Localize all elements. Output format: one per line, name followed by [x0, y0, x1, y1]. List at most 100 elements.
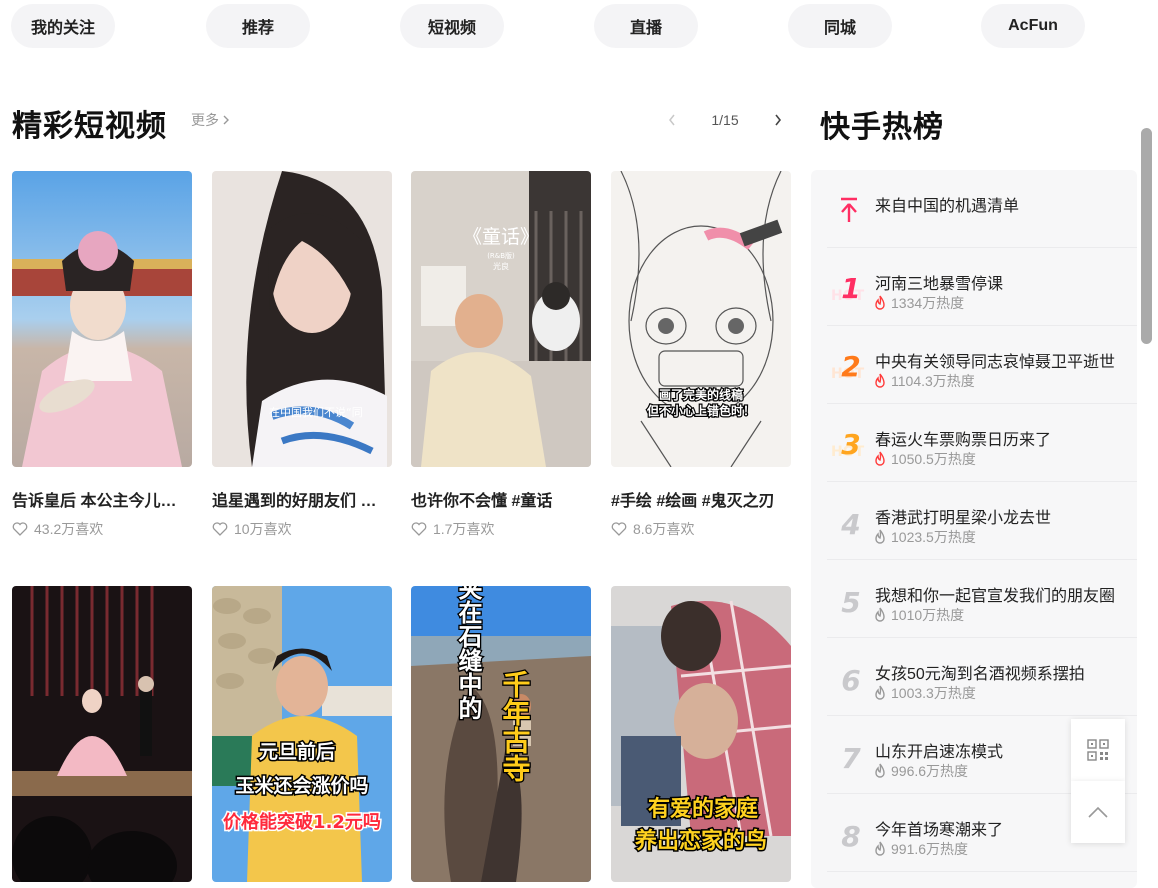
hot-item[interactable]: 4 香港武打明星梁小龙去世 1023.5万热度: [827, 482, 1137, 560]
hot-item-title[interactable]: 春运火车票购票日历来了: [875, 426, 1051, 450]
video-overlay-text: 养出恋家的鸟: [634, 828, 767, 854]
hot-item-title[interactable]: 河南三地暴雪停课: [875, 270, 1003, 294]
scrollbar-thumb[interactable]: [1141, 128, 1152, 344]
video-overlay-text: 画了完美的线稿: [659, 387, 743, 402]
rank-3-badge: HOT 3: [831, 428, 865, 461]
video-overlay-text: 但不小心上错色时！: [646, 403, 755, 418]
video-overlay-text: 千年古寺: [499, 670, 532, 782]
hot-item-title[interactable]: 香港武打明星梁小龙去世: [875, 504, 1051, 528]
rank-4-badge: 4: [840, 508, 860, 540]
chevron-right-icon: [223, 115, 229, 125]
page-indicator: 1/15: [711, 112, 739, 128]
hot-item[interactable]: HOT 3 春运火车票购票日历来了 1050.5万热度: [827, 404, 1137, 482]
tab-acfun[interactable]: AcFun: [981, 4, 1085, 48]
rank-8-badge: 8: [841, 820, 860, 852]
flame-icon: [875, 295, 885, 310]
video-likes: 43.2万喜欢: [12, 519, 192, 539]
heat-value: 1003.3万热度: [891, 685, 976, 701]
hot-item-pinned[interactable]: 来自中国的机遇清单: [827, 170, 1137, 248]
video-overlay-text: 在中国我们不说“同: [269, 405, 363, 419]
qr-code-button[interactable]: [1071, 719, 1125, 781]
video-thumbnail-image: 画了完美的线稿 但不小心上错色时！: [611, 171, 791, 467]
more-link[interactable]: 更多: [191, 110, 231, 130]
hot-item-heat: 1010万热度: [873, 605, 964, 625]
video-card[interactable]: 有爱的家庭 养出恋家的鸟: [611, 586, 791, 882]
video-thumbnail-image: 《童话》 (R&B版) 光良: [411, 171, 591, 467]
heat-value: 991.6万热度: [891, 841, 969, 857]
back-to-top-button[interactable]: [1071, 781, 1125, 843]
flame-icon: [875, 451, 885, 466]
hot-item-heat: 1104.3万热度: [873, 371, 975, 391]
video-title[interactable]: 追星遇到的好朋友们 在中国我们不说: [212, 487, 390, 511]
tab-live[interactable]: 直播: [594, 4, 698, 48]
heat-value: 1023.5万热度: [891, 529, 976, 545]
video-card[interactable]: 画了完美的线稿 但不小心上错色时！ #手绘 #绘画 #鬼灭之刃 8.6万喜欢: [611, 171, 791, 539]
video-thumbnail[interactable]: 夹在石缝中的 千年古寺: [411, 586, 591, 882]
heart-outline-icon: [411, 522, 427, 536]
rank-7-badge: 7: [841, 742, 861, 774]
arrow-top-icon: [841, 197, 857, 222]
video-title[interactable]: 告诉皇后 本公主今儿也来了: [12, 487, 190, 511]
video-card[interactable]: 元旦前后 玉米还会涨价吗 价格能突破1.2元吗: [212, 586, 392, 882]
video-likes: 1.7万喜欢: [411, 519, 591, 539]
video-thumbnail[interactable]: 画了完美的线稿 但不小心上错色时！: [611, 171, 791, 467]
heat-value: 1050.5万热度: [891, 451, 976, 467]
video-thumbnail-image: 在中国我们不说“同: [212, 171, 392, 467]
video-title[interactable]: #手绘 #绘画 #鬼灭之刃: [611, 487, 789, 511]
video-thumbnail[interactable]: 在中国我们不说“同: [212, 171, 392, 467]
hot-item-title[interactable]: 我想和你一起官宣发我们的朋友圈: [875, 582, 1115, 606]
heat-value: 1104.3万热度: [891, 373, 975, 389]
prev-page-button[interactable]: [664, 108, 680, 132]
section-title: 精彩短视频: [12, 110, 167, 143]
video-card[interactable]: 夹在石缝中的 千年古寺: [411, 586, 591, 882]
chevron-right-icon: [775, 114, 782, 126]
tab-following[interactable]: 我的关注: [11, 4, 115, 48]
video-likes: 8.6万喜欢: [611, 519, 791, 539]
video-overlay-text: 有爱的家庭: [648, 796, 758, 822]
hot-item-title[interactable]: 今年首场寒潮来了: [875, 816, 1003, 840]
rank-6-badge: 6: [841, 664, 860, 696]
video-card[interactable]: 《童话》 (R&B版) 光良 也许你不会懂 #童话 1.7万喜欢: [411, 171, 591, 539]
hot-item[interactable]: 5 我想和你一起官宣发我们的朋友圈 1010万热度: [827, 560, 1137, 638]
rank-number: 3: [841, 428, 860, 461]
tab-recommend[interactable]: 推荐: [206, 4, 310, 48]
rank-number: 5: [841, 586, 860, 618]
pager: 1/15: [664, 108, 786, 132]
video-card[interactable]: [12, 586, 192, 882]
hot-item[interactable]: 6 女孩50元淘到名酒视频系摆拍 1003.3万热度: [827, 638, 1137, 716]
hot-item[interactable]: HOT 2 中央有关领导同志哀悼聂卫平逝世 1104.3万热度: [827, 326, 1137, 404]
video-thumbnail-image: 元旦前后 玉米还会涨价吗 价格能突破1.2元吗: [212, 586, 392, 882]
hot-item-title[interactable]: 山东开启速冻模式: [875, 738, 1003, 762]
video-thumbnail[interactable]: [12, 171, 192, 467]
video-thumbnail[interactable]: [12, 586, 192, 882]
hot-item-title[interactable]: 女孩50元淘到名酒视频系摆拍: [875, 660, 1085, 684]
hot-item-title[interactable]: 中央有关领导同志哀悼聂卫平逝世: [875, 348, 1115, 372]
top-nav: 我的关注 推荐 短视频 直播 同城 AcFun: [11, 4, 1131, 48]
video-overlay-text: 价格能突破1.2元吗: [223, 811, 381, 833]
more-label: 更多: [191, 112, 219, 128]
video-thumbnail[interactable]: 元旦前后 玉米还会涨价吗 价格能突破1.2元吗: [212, 586, 392, 882]
chevron-left-icon: [669, 114, 675, 126]
rank-number: 8: [841, 820, 860, 852]
video-card[interactable]: 在中国我们不说“同 追星遇到的好朋友们 在中国我们不说 10万喜欢: [212, 171, 392, 539]
video-title[interactable]: 也许你不会懂 #童话: [411, 487, 589, 511]
hot-item-heat: 1050.5万热度: [873, 449, 976, 469]
likes-count: 8.6万喜欢: [633, 521, 695, 537]
rank-number: 2: [841, 350, 860, 383]
tab-nearby[interactable]: 同城: [788, 4, 892, 48]
video-overlay-text: 元旦前后: [259, 740, 335, 763]
rank-number: 1: [841, 272, 860, 305]
video-overlay-text: 夹在石缝中的: [454, 586, 483, 720]
video-thumbnail-image: 有爱的家庭 养出恋家的鸟: [611, 586, 791, 882]
hot-item-heat: 1334万热度: [873, 293, 964, 313]
video-thumbnail[interactable]: 《童话》 (R&B版) 光良: [411, 171, 591, 467]
rank-5-badge: 5: [841, 586, 860, 618]
flame-icon: [875, 607, 885, 622]
hot-item-title[interactable]: 来自中国的机遇清单: [875, 192, 1019, 216]
video-thumbnail[interactable]: 有爱的家庭 养出恋家的鸟: [611, 586, 791, 882]
hot-item[interactable]: HOT 1 河南三地暴雪停课 1334万热度: [827, 248, 1137, 326]
flame-icon: [875, 373, 885, 388]
tab-short-video[interactable]: 短视频: [400, 4, 504, 48]
next-page-button[interactable]: [770, 108, 786, 132]
video-card[interactable]: 告诉皇后 本公主今儿也来了 43.2万喜欢: [12, 171, 192, 539]
